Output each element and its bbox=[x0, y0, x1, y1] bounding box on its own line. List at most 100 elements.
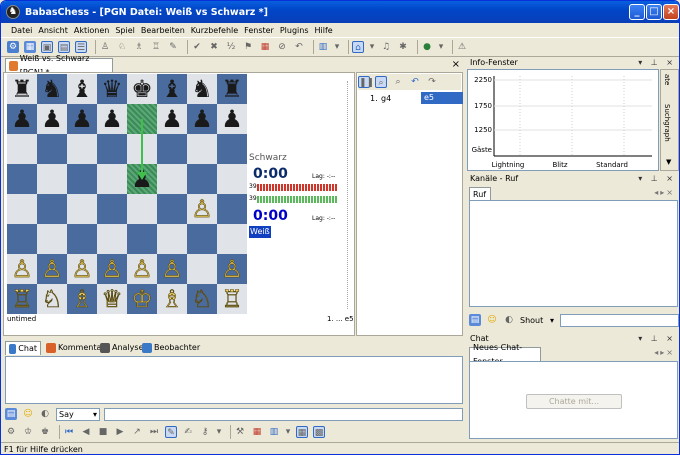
menu-spiel[interactable]: Spiel bbox=[115, 26, 135, 35]
minimize-button[interactable]: _ bbox=[629, 4, 645, 20]
redo-icon[interactable]: ↷ bbox=[426, 76, 438, 88]
chat-output[interactable] bbox=[5, 356, 463, 404]
globe-icon[interactable]: ● bbox=[421, 41, 433, 53]
x-tick-label: Standard bbox=[596, 161, 628, 169]
menu-aktionen[interactable]: Aktionen bbox=[74, 26, 109, 35]
last-move-icon[interactable]: ⏭ bbox=[148, 426, 160, 438]
say-input[interactable] bbox=[104, 407, 463, 421]
shout-select[interactable]: Shout ▾ bbox=[520, 316, 560, 325]
layout-icon[interactable]: ▥ bbox=[317, 41, 329, 53]
players-icon[interactable]: ♔ bbox=[22, 426, 34, 438]
resign-icon[interactable]: ⚑ bbox=[242, 41, 254, 53]
analysis-icon bbox=[100, 343, 110, 353]
tab-chat[interactable]: Chat bbox=[5, 341, 41, 355]
first-move-icon[interactable]: ⏮ bbox=[63, 426, 75, 438]
decline-icon[interactable]: ✖ bbox=[208, 41, 220, 53]
flag-board-icon[interactable]: ▦ bbox=[251, 426, 263, 438]
maximize-button[interactable]: □ bbox=[646, 4, 662, 20]
edit-icon[interactable]: ✍ bbox=[182, 426, 194, 438]
pause-icon[interactable]: ❚❚ bbox=[358, 76, 374, 88]
connect-icon[interactable]: ⚙ bbox=[7, 41, 19, 53]
chevron-down-icon[interactable]: ▾ bbox=[285, 426, 291, 438]
chevron-down-icon[interactable]: ▼ bbox=[666, 158, 671, 166]
chat-window: Chatte mit... bbox=[469, 361, 678, 439]
forward-icon[interactable]: ↗ bbox=[131, 426, 143, 438]
flag-board-icon[interactable]: ▦ bbox=[259, 41, 271, 53]
undo-icon[interactable]: ↶ bbox=[409, 76, 421, 88]
takeback-icon[interactable]: ↶ bbox=[293, 41, 305, 53]
zoom-icon[interactable]: ⌕ bbox=[375, 76, 387, 88]
sound-icon[interactable]: ♫ bbox=[380, 41, 392, 53]
flip-icon[interactable]: ⚙ bbox=[5, 426, 17, 438]
board-style-icon[interactable]: ▦ bbox=[296, 426, 308, 438]
time-control-label: untimed bbox=[7, 315, 37, 323]
layout-icon[interactable]: ▥ bbox=[268, 426, 280, 438]
edit-icon[interactable]: ✎ bbox=[167, 41, 179, 53]
pane-controls-icon[interactable]: ▾ ⊥ × bbox=[638, 333, 676, 345]
chat-with-button[interactable]: Chatte mit... bbox=[526, 394, 622, 409]
smiley-icon[interactable]: ☺ bbox=[486, 314, 498, 326]
toolbar-separator bbox=[313, 40, 314, 54]
move-arrow bbox=[137, 119, 147, 180]
annotate-icon[interactable]: ✎ bbox=[165, 426, 177, 438]
side-tab-ate[interactable]: ate bbox=[663, 74, 671, 85]
next-move-icon[interactable]: ▶ bbox=[114, 426, 126, 438]
players2-icon[interactable]: ♚ bbox=[39, 426, 51, 438]
chevron-down-icon[interactable]: ▾ bbox=[369, 41, 375, 53]
board-style2-icon[interactable]: ▩ bbox=[313, 426, 325, 438]
chart-icon[interactable]: ⌂ bbox=[352, 41, 364, 53]
warning-icon[interactable]: ⚠ bbox=[456, 41, 468, 53]
tab-beobachter[interactable]: Beobachter bbox=[139, 341, 203, 355]
close-button[interactable]: × bbox=[663, 4, 679, 20]
match-icon[interactable]: ♘ bbox=[116, 41, 128, 53]
toolbar-separator bbox=[348, 40, 349, 54]
settings-icon[interactable]: ◐ bbox=[503, 314, 515, 326]
search-icon[interactable]: ⌕ bbox=[392, 76, 404, 88]
channels-output[interactable] bbox=[469, 200, 678, 307]
menu-ansicht[interactable]: Ansicht bbox=[38, 26, 68, 35]
status-bar: F1 für Hilfe drücken bbox=[1, 442, 679, 454]
key-icon[interactable]: ⚷ bbox=[199, 426, 211, 438]
menu-datei[interactable]: Datei bbox=[11, 26, 32, 35]
bottom-tab-bar: Chat Kommentar Analyse Beobachter bbox=[3, 340, 464, 356]
tab-scroll-icon[interactable]: ◂▸× bbox=[654, 188, 675, 197]
black-player-name: Schwarz bbox=[249, 153, 287, 163]
channels-tab-bar: Ruf ◂▸× bbox=[467, 186, 679, 201]
console-icon[interactable]: ▤ bbox=[5, 408, 17, 420]
menu-plugins[interactable]: Plugins bbox=[280, 26, 309, 35]
chevron-down-icon[interactable]: ▾ bbox=[438, 41, 444, 53]
shout-input[interactable] bbox=[560, 313, 679, 327]
move-black-selected[interactable]: e5 bbox=[421, 92, 463, 104]
tab-new-chat[interactable]: Neues Chat-Fenster bbox=[469, 343, 541, 366]
chevron-down-icon[interactable]: ▾ bbox=[216, 426, 222, 438]
side-tab-suchgraph[interactable]: Suchgraph bbox=[663, 104, 671, 142]
white-clock: 0:00 bbox=[253, 208, 288, 224]
tab-ruf[interactable]: Ruf bbox=[469, 187, 491, 201]
draw-icon[interactable]: ½ bbox=[225, 41, 237, 53]
menu-fenster[interactable]: Fenster bbox=[244, 26, 274, 35]
console-icon[interactable]: ▤ bbox=[469, 314, 481, 326]
move-white[interactable]: g4 bbox=[381, 94, 391, 103]
smiley-icon[interactable]: ☺ bbox=[22, 408, 34, 420]
chevron-down-icon[interactable]: ▾ bbox=[334, 41, 340, 53]
menu-bearbeiten[interactable]: Bearbeiten bbox=[141, 26, 185, 35]
abort-icon[interactable]: ⊘ bbox=[276, 41, 288, 53]
menu-hilfe[interactable]: Hilfe bbox=[314, 26, 332, 35]
title-bar: ♞ BabasChess - [PGN Datei: Weiß vs Schwa… bbox=[1, 1, 679, 23]
settings-icon[interactable]: ◐ bbox=[39, 408, 51, 420]
examine-icon[interactable]: ♗ bbox=[133, 41, 145, 53]
tab-scroll-icon[interactable]: ◂▸× bbox=[654, 348, 675, 357]
observe-icon[interactable]: ♖ bbox=[150, 41, 162, 53]
settings-icon[interactable]: ✱ bbox=[397, 41, 409, 53]
close-tab-icon[interactable]: × bbox=[452, 59, 460, 71]
previous-move-icon[interactable]: ◀ bbox=[80, 426, 92, 438]
pane-controls-icon[interactable]: ▾ ⊥ × bbox=[638, 173, 676, 185]
pane-controls-icon[interactable]: ▾ ⊥ × bbox=[638, 57, 676, 69]
say-select[interactable]: Say ▾ bbox=[56, 407, 100, 421]
chevron-down-icon: ▾ bbox=[549, 315, 554, 325]
tool-icon[interactable]: ⚒ bbox=[234, 426, 246, 438]
stop-icon[interactable]: ■ bbox=[97, 426, 109, 438]
accept-icon[interactable]: ✔ bbox=[191, 41, 203, 53]
menu-kurzbefehle[interactable]: Kurzbefehle bbox=[191, 26, 238, 35]
tab-game[interactable]: Weiß vs. Schwarz [PGN] * bbox=[5, 54, 113, 77]
